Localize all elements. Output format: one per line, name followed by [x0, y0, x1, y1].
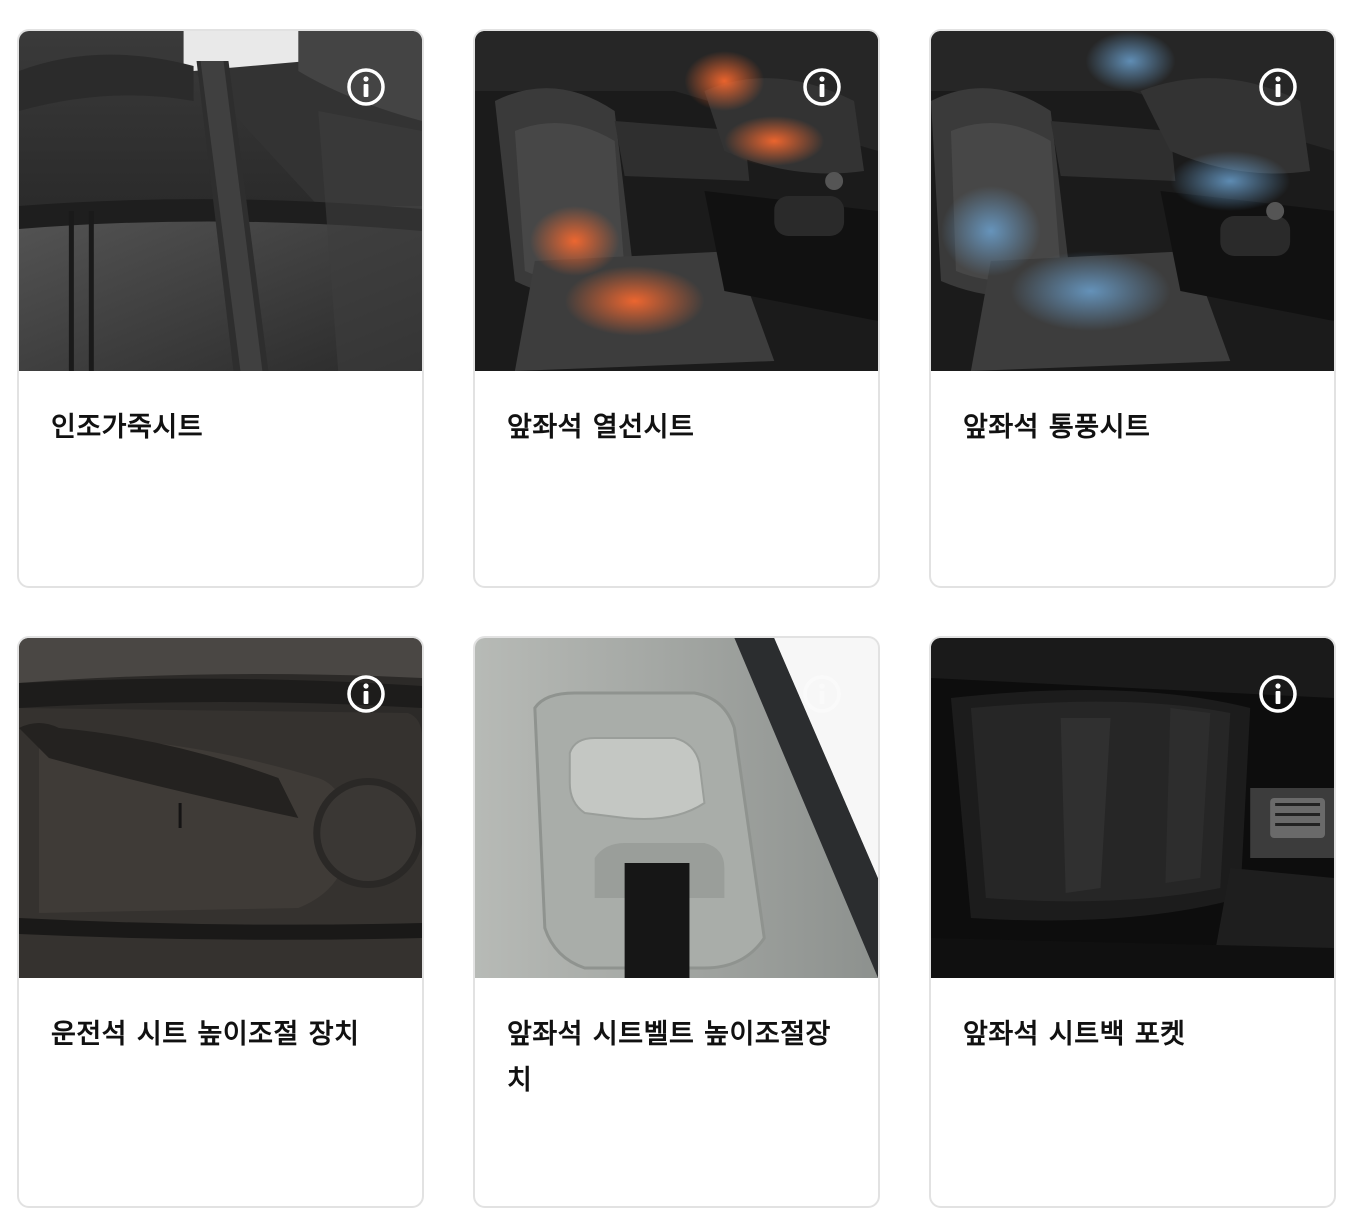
feature-image-front-heated-seats [475, 31, 878, 371]
feature-card-front-heated-seats[interactable]: 앞좌석 열선시트 [473, 29, 880, 588]
feature-image-front-ventilated-seats [931, 31, 1334, 371]
feature-card-front-seatback-pocket[interactable]: 앞좌석 시트백 포켓 [929, 636, 1336, 1208]
feature-card-front-seatbelt-height-adjuster[interactable]: 앞좌석 시트벨트 높이조절장치 [473, 636, 880, 1208]
feature-image-front-seatbelt-height-adjuster [475, 638, 878, 978]
info-icon[interactable] [802, 674, 842, 714]
info-icon[interactable] [1258, 67, 1298, 107]
feature-image-driver-seat-height-adjuster [19, 638, 422, 978]
info-icon[interactable] [346, 674, 386, 714]
feature-title: 앞좌석 시트벨트 높이조절장치 [507, 1019, 831, 1096]
feature-title: 앞좌석 통풍시트 [963, 412, 1151, 443]
feature-title: 앞좌석 시트백 포켓 [963, 1019, 1186, 1050]
feature-grid: 인조가죽시트 앞좌석 열선시트 앞좌석 통풍시트 운전석 시트 높이조절 장치 … [0, 0, 1354, 1224]
feature-title: 인조가죽시트 [51, 412, 204, 443]
feature-card-front-ventilated-seats[interactable]: 앞좌석 통풍시트 [929, 29, 1336, 588]
info-icon[interactable] [346, 67, 386, 107]
feature-image-front-seatback-pocket [931, 638, 1334, 978]
feature-card-driver-seat-height-adjuster[interactable]: 운전석 시트 높이조절 장치 [17, 636, 424, 1208]
feature-card-leatherette-seat[interactable]: 인조가죽시트 [17, 29, 424, 588]
info-icon[interactable] [1258, 674, 1298, 714]
feature-title: 운전석 시트 높이조절 장치 [51, 1019, 360, 1050]
info-icon[interactable] [802, 67, 842, 107]
feature-title: 앞좌석 열선시트 [507, 412, 695, 443]
feature-image-leatherette-seat [19, 31, 422, 371]
